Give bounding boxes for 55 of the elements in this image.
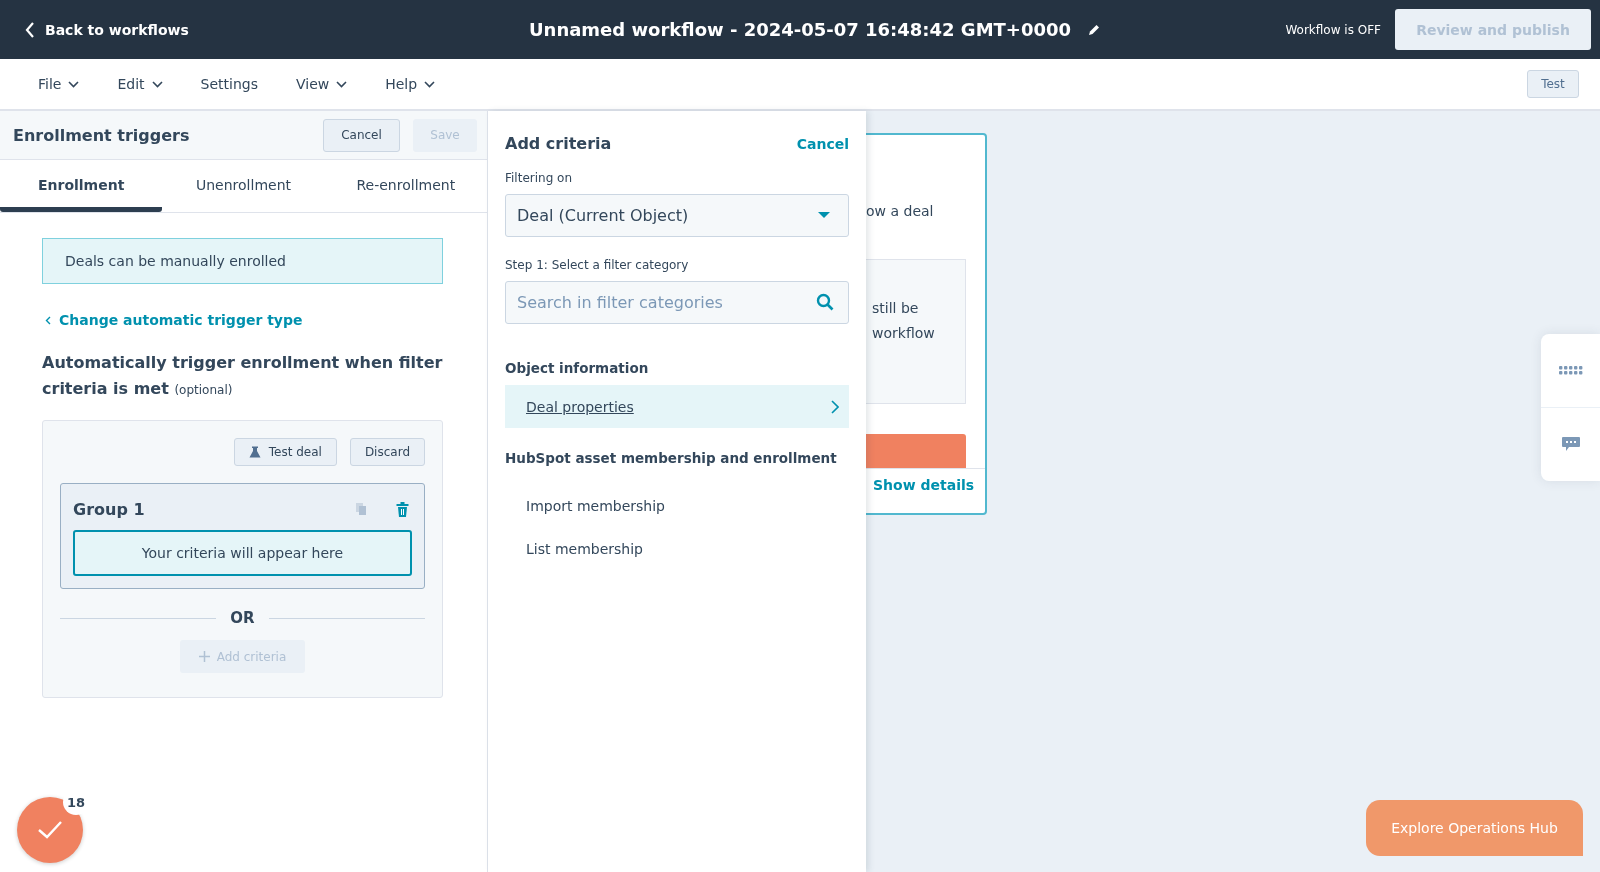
menu-item[interactable]: Edit — [105, 76, 175, 92]
field-label: Step 1: Select a filter category — [505, 258, 690, 272]
test-button[interactable]: Test — [1527, 70, 1579, 98]
panel-title: Add criteria — [505, 134, 612, 153]
chevron-right-icon — [831, 399, 839, 414]
card-text: workflow — [872, 324, 936, 343]
tab[interactable]: Enrollment — [0, 160, 163, 212]
change-trigger-link[interactable]: Change automatic trigger type — [42, 312, 443, 328]
criteria-field[interactable]: Your criteria will appear here — [73, 530, 412, 576]
copy-icon — [355, 502, 367, 516]
chevron-left-icon — [25, 21, 35, 38]
search-field[interactable]: Search in filter categories — [505, 281, 849, 324]
object-dropdown[interactable]: Deal (Current Object) — [505, 194, 849, 237]
tab[interactable]: Unenrollment — [162, 160, 325, 212]
menu-item[interactable]: Settings — [188, 76, 270, 92]
or-separator: OR — [230, 609, 255, 627]
tab[interactable]: Re-enrollment — [324, 160, 487, 212]
category-item[interactable]: Deal properties — [505, 385, 849, 428]
trash-icon — [396, 501, 409, 517]
caret-icon — [68, 80, 80, 88]
category-item[interactable]: List membership — [505, 527, 849, 570]
chevron-left-icon — [45, 315, 51, 325]
card-text: still be — [872, 299, 920, 318]
section-heading: Automatically trigger enrollment when filter criteria is met (optional) — [42, 352, 443, 400]
pencil-icon — [1087, 22, 1102, 37]
workflow-status: Workflow is OFF — [1285, 22, 1381, 37]
header-button[interactable]: Cancel — [323, 118, 400, 152]
chat-icon — [1561, 437, 1580, 452]
workflow-title: Unnamed workflow - 2024-05-07 16:48:42 GMT+0000 — [528, 19, 1072, 40]
section-heading: Object information — [505, 360, 650, 376]
cancel-link[interactable]: Cancel — [796, 135, 849, 152]
plus-icon — [198, 651, 210, 662]
grid-icon — [1558, 366, 1583, 375]
section-heading: HubSpot asset membership and enrollment — [505, 450, 838, 466]
category-item[interactable]: Import membership — [505, 484, 849, 527]
flask-icon — [248, 446, 261, 458]
show-details-link[interactable]: Show details — [866, 468, 985, 493]
search-icon — [816, 293, 834, 311]
discard-button[interactable]: Discard — [349, 438, 425, 466]
caret-icon — [424, 80, 436, 88]
check-icon — [37, 820, 63, 840]
test-deal-button[interactable]: Test deal — [233, 438, 337, 466]
card-action-bar[interactable] — [866, 434, 966, 468]
panel-title: Enrollment triggers — [13, 125, 190, 145]
group-title: Group 1 — [73, 499, 145, 519]
caret-icon — [151, 80, 163, 88]
field-label: Filtering on — [505, 171, 574, 185]
caret-icon — [818, 212, 830, 219]
card-text: ow a deal — [866, 203, 935, 219]
menu-item[interactable]: View — [284, 76, 360, 92]
menu-item[interactable]: File — [26, 76, 92, 92]
caret-icon — [336, 80, 348, 88]
info-notice: Deals can be manually enrolled — [42, 238, 443, 284]
back-link[interactable]: Back to workflows — [25, 21, 189, 38]
menu-item[interactable]: Help — [373, 76, 448, 92]
